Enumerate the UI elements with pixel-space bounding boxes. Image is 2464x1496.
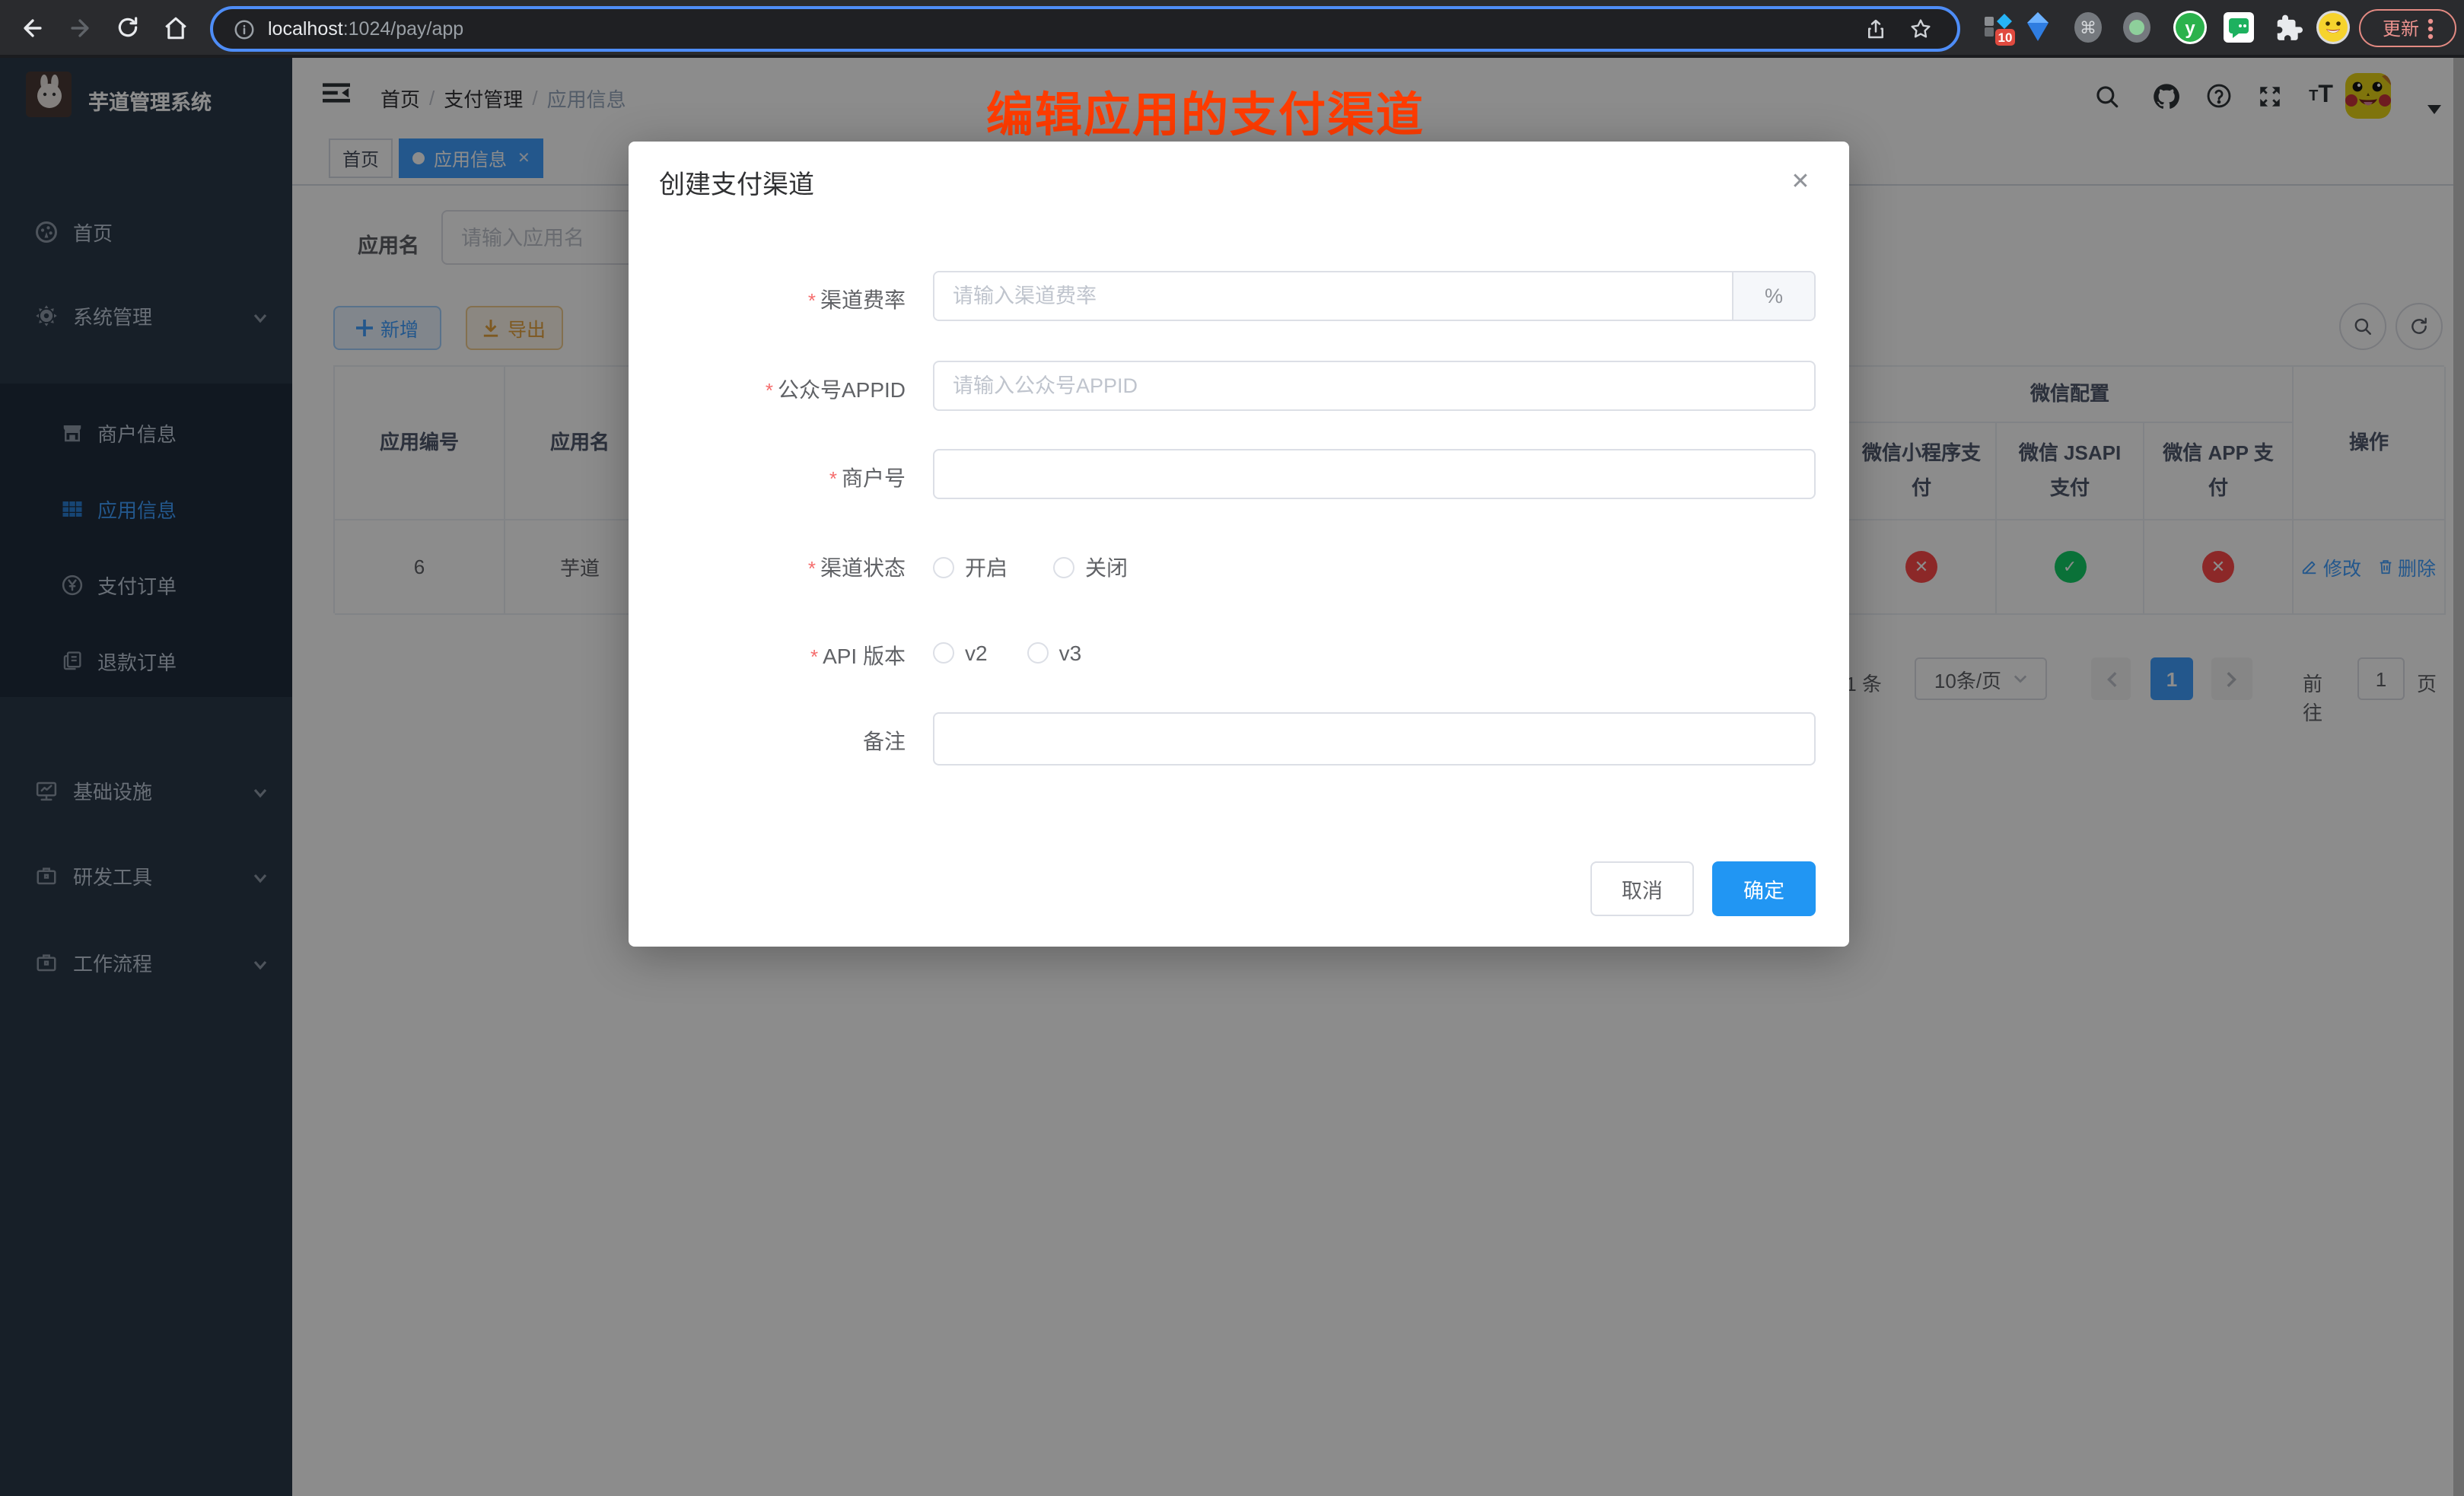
confirm-button[interactable]: 确定 bbox=[1712, 861, 1816, 916]
percent-suffix: % bbox=[1732, 272, 1814, 320]
radio-label: v2 bbox=[965, 641, 988, 665]
extension-chat-icon[interactable] bbox=[2219, 8, 2259, 47]
modal-close-icon[interactable]: ✕ bbox=[1785, 166, 1816, 196]
required-mark: * bbox=[829, 467, 837, 490]
radio-api-v3[interactable]: v3 bbox=[1027, 641, 1082, 665]
reload-icon[interactable] bbox=[111, 11, 145, 44]
browser-menu-icon[interactable] bbox=[2427, 18, 2433, 39]
status-radio-group: 开启 关闭 bbox=[933, 552, 1128, 583]
rate-input-group: % bbox=[933, 271, 1816, 321]
annotation-text: 编辑应用的支付渠道 bbox=[986, 76, 1425, 145]
app-page: 芋道管理系统 首页 系统管理 支付管理 商户信息 bbox=[0, 55, 2464, 1496]
browser-update-button[interactable]: 更新 bbox=[2359, 9, 2456, 47]
screen: localhost:1024/pay/app 10 ⌘ bbox=[0, 0, 2464, 1496]
field-label-status: *渠道状态 bbox=[629, 552, 906, 583]
radio-label: v3 bbox=[1059, 641, 1082, 665]
home-icon[interactable] bbox=[158, 11, 192, 44]
field-label-merchant-no: *商户号 bbox=[629, 463, 906, 493]
back-icon[interactable] bbox=[15, 11, 49, 44]
share-icon[interactable] bbox=[1864, 18, 1887, 40]
browser-toolbar: localhost:1024/pay/app 10 ⌘ bbox=[0, 0, 2464, 58]
required-mark: * bbox=[808, 557, 816, 580]
required-mark: * bbox=[810, 645, 818, 668]
radio-label: 开启 bbox=[965, 552, 1008, 583]
svg-text:⌘: ⌘ bbox=[2080, 18, 2096, 37]
cancel-button[interactable]: 取消 bbox=[1590, 861, 1694, 916]
url-bar[interactable]: localhost:1024/pay/app bbox=[210, 6, 1960, 52]
radio-label: 关闭 bbox=[1085, 552, 1128, 583]
merchant-no-input[interactable] bbox=[933, 449, 1816, 499]
radio-circle bbox=[1053, 557, 1074, 578]
rate-input[interactable] bbox=[934, 272, 1732, 320]
radio-status-closed[interactable]: 关闭 bbox=[1053, 552, 1128, 583]
extensions-puzzle-icon[interactable] bbox=[2268, 8, 2307, 47]
modal-title: 创建支付渠道 bbox=[659, 163, 814, 201]
extension-pin-icon[interactable]: 10 bbox=[1980, 8, 2020, 47]
site-info-icon[interactable] bbox=[233, 18, 256, 40]
radio-circle bbox=[933, 557, 954, 578]
radio-circle bbox=[1027, 642, 1049, 664]
field-label-remark: 备注 bbox=[629, 726, 906, 756]
radio-status-open[interactable]: 开启 bbox=[933, 552, 1008, 583]
extension-command-icon[interactable]: ⌘ bbox=[2068, 8, 2108, 47]
url-text: localhost:1024/pay/app bbox=[268, 18, 463, 40]
extension-dot-icon[interactable] bbox=[2117, 8, 2157, 47]
api-version-radio-group: v2 v3 bbox=[933, 641, 1081, 665]
radio-api-v2[interactable]: v2 bbox=[933, 641, 988, 665]
required-mark: * bbox=[808, 289, 816, 312]
svg-text:y: y bbox=[2185, 18, 2195, 39]
field-label-rate: *渠道费率 bbox=[629, 285, 906, 315]
update-label: 更新 bbox=[2383, 15, 2419, 41]
profile-avatar-icon[interactable] bbox=[2313, 8, 2353, 47]
field-label-appid: *公众号APPID bbox=[629, 374, 906, 405]
forward-icon[interactable] bbox=[62, 11, 96, 44]
field-label-api-version: *API 版本 bbox=[629, 641, 906, 671]
extension-badge: 10 bbox=[1998, 30, 2013, 45]
radio-circle bbox=[933, 642, 954, 664]
required-mark: * bbox=[766, 379, 773, 402]
bookmark-star-icon[interactable] bbox=[1908, 17, 1933, 41]
extension-y-icon[interactable]: y bbox=[2170, 8, 2210, 47]
extension-gem-icon[interactable] bbox=[2018, 8, 2058, 47]
appid-input[interactable] bbox=[933, 361, 1816, 411]
remark-input[interactable] bbox=[933, 712, 1816, 766]
create-pay-channel-modal: 创建支付渠道 ✕ *渠道费率 % *公众号APPID *商户号 *渠道状态 开启… bbox=[629, 142, 1849, 947]
